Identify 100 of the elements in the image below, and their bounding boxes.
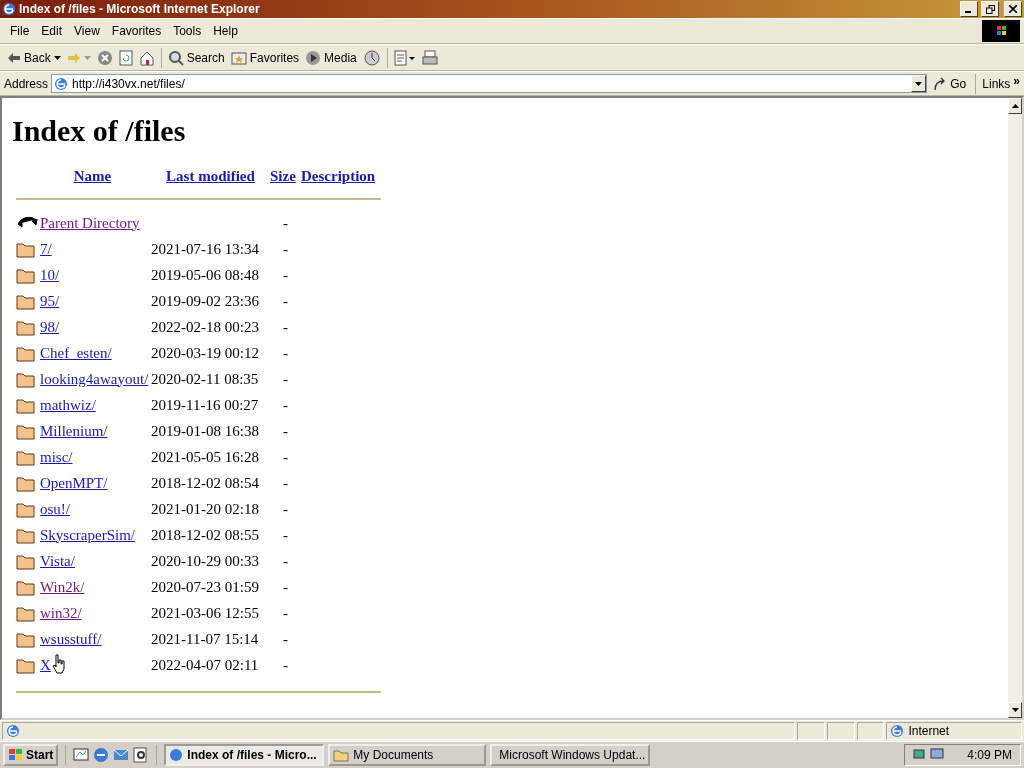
modified-date: 2021-01-20 02:18 [151,500,259,518]
folder-icon [333,748,350,762]
folder-icon [16,630,36,648]
caret-icon [53,55,61,60]
page-icon [54,76,69,91]
file-size: - [283,422,288,440]
menu-item[interactable]: Favorites [105,22,168,40]
directory-link[interactable]: SkyscraperSim/ [40,526,135,544]
directory-link[interactable]: 7/ [40,240,52,258]
scrollbar[interactable] [1008,98,1022,718]
modified-date: 2020-10-29 00:33 [151,552,259,570]
column-header[interactable]: Last modified [151,168,270,185]
file-size: - [283,578,288,596]
menu-item[interactable]: View [68,22,106,40]
file-size: - [283,266,288,284]
file-size: - [283,604,288,622]
modified-date: 2021-03-06 12:55 [151,604,259,622]
file-size: - [283,526,288,544]
links-button[interactable]: Links [982,76,1011,91]
taskbar-button[interactable]: Index of /files - Micro... [164,744,325,766]
search-icon [167,49,184,66]
folder-icon [16,266,36,284]
windows-logo-icon [982,20,1020,42]
forward-arrow-icon [66,51,81,64]
close-button[interactable] [1004,1,1022,17]
file-size: - [283,474,288,492]
restore-icon [985,4,995,14]
search-button[interactable]: Search [164,47,228,68]
desktop-icon[interactable] [73,747,90,763]
folder-icon [16,526,36,544]
folder-icon [16,292,36,310]
directory-link[interactable]: misc/ [40,448,73,466]
caret-icon [83,55,91,60]
address-field[interactable]: http://i430vx.net/files/ [51,74,928,93]
folder-icon [16,422,36,440]
menu-item[interactable]: Help [207,22,244,40]
column-header[interactable]: Size [270,168,301,185]
directory-link[interactable]: Parent Directory [40,214,140,232]
file-size: - [283,214,288,232]
address-label: Address [4,76,49,91]
directory-link[interactable]: mathwiz/ [40,396,96,414]
file-size: - [283,370,288,388]
modified-date: 2019-01-08 16:38 [151,422,259,440]
play-icon [305,49,322,66]
modified-date: 2021-05-05 16:28 [151,448,259,466]
directory-link[interactable]: Millenium/ [40,422,108,440]
folder-icon [16,318,36,336]
taskbar-button[interactable]: Microsoft Windows Updat... [490,744,651,766]
windows-flag-icon [8,748,24,762]
file-size: - [283,448,288,466]
directory-link[interactable]: 95/ [40,292,60,310]
home-icon [138,49,155,66]
directory-link[interactable]: win32/ [40,604,82,622]
file-size: - [283,240,288,258]
taskbar-button[interactable]: My Documents [328,744,487,766]
folder-icon [16,396,36,414]
start-button[interactable]: Start [3,744,59,766]
close-icon [1009,5,1017,13]
directory-link[interactable]: Vista/ [40,552,75,570]
folder-icon [16,604,36,622]
go-button[interactable]: Go [930,74,970,93]
favorites-button[interactable]: Favorites [227,47,303,68]
file-size: - [283,500,288,518]
globe-icon[interactable] [93,747,110,763]
star-folder-icon [230,49,247,66]
status-pane [827,722,855,740]
page-heading: Index of /files [12,114,187,148]
folder-icon [16,474,36,492]
directory-link[interactable]: 98/ [40,318,60,336]
modified-date: 2021-07-16 13:34 [151,240,259,258]
folder-icon [16,578,36,596]
dropdown-icon[interactable] [915,81,923,86]
menu-item[interactable]: Edit [35,22,69,40]
directory-link[interactable]: Chef_esten/ [40,344,112,362]
directory-link[interactable]: osu!/ [40,500,70,518]
zone-label: Internet [908,724,950,738]
window-icon [2,2,16,16]
menu-item[interactable]: Tools [167,22,208,40]
directory-link[interactable]: Win2k/ [40,578,85,596]
printer-icon [421,49,438,66]
chevron-button[interactable]: » [1013,73,1020,88]
modified-date: 2022-04-07 02:11 [151,656,259,674]
directory-link[interactable]: 10/ [40,266,60,284]
menu-item[interactable]: File [4,22,36,40]
minimize-button[interactable] [960,1,978,17]
restore-button[interactable] [981,1,999,17]
column-header[interactable]: Description [301,168,381,185]
directory-link[interactable]: OpenMPT/ [40,474,108,492]
back-button[interactable]: Back [4,48,64,67]
modified-date: 2020-02-11 08:35 [151,370,259,388]
file-size: - [283,396,288,414]
directory-link[interactable]: wsusstuff/ [40,630,102,648]
directory-link[interactable]: looking4awayout/ [40,370,149,388]
magnifier-icon[interactable] [133,747,150,763]
media-button[interactable]: Media [302,47,360,68]
column-header[interactable]: Name [40,168,151,185]
modified-date: 2018-12-02 08:55 [151,526,259,544]
folder-icon [16,552,36,570]
file-size: - [283,656,288,674]
directory-link[interactable]: X [40,656,51,674]
